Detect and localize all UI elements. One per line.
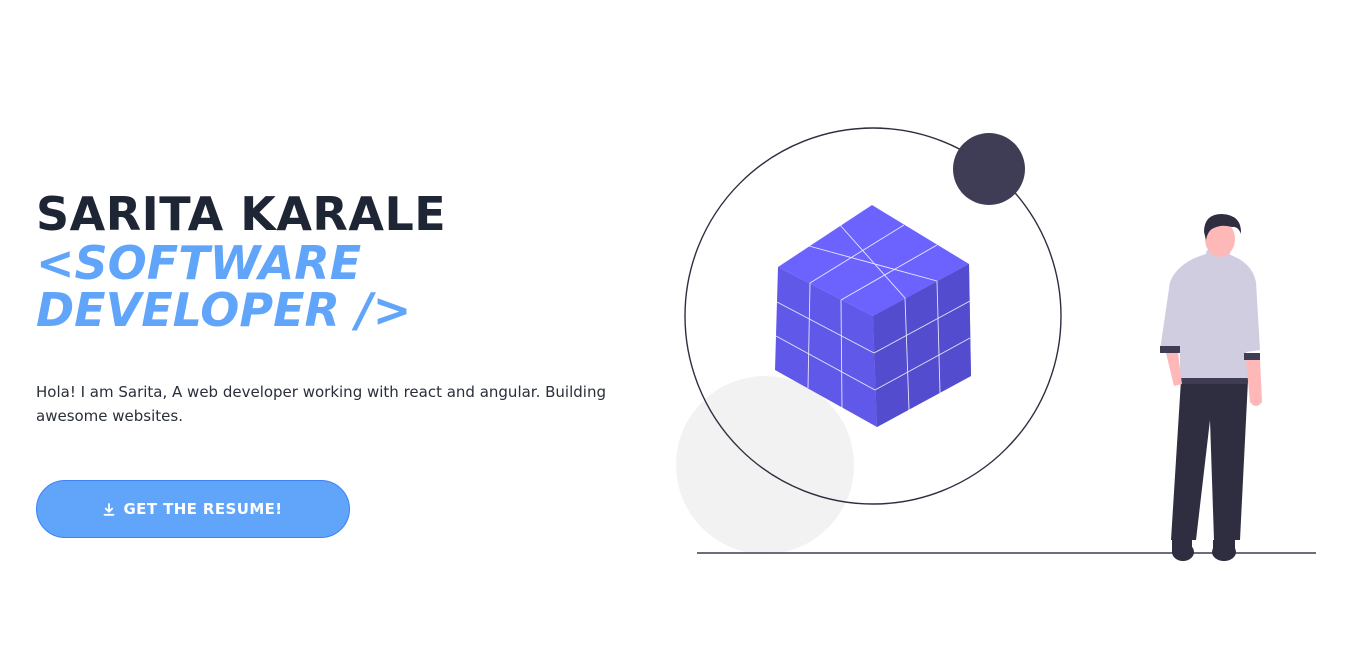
background-circle — [676, 376, 854, 554]
download-icon — [103, 502, 115, 516]
person-icon — [1160, 214, 1262, 561]
planet-circle — [953, 133, 1025, 205]
hero-intro: Hola! I am Sarita, A web developer worki… — [36, 383, 606, 425]
hero-role: <SOFTWARE DEVELOPER /> — [36, 236, 412, 337]
hero-text-block: SARITA KARALE <SOFTWARE DEVELOPER /> Hol… — [36, 188, 676, 428]
hero-section: SARITA KARALE <SOFTWARE DEVELOPER /> Hol… — [0, 0, 1350, 651]
get-resume-label: GET THE RESUME! — [123, 500, 283, 518]
developer-illustration — [676, 127, 1316, 561]
get-resume-button[interactable]: GET THE RESUME! — [36, 480, 350, 538]
hero-name: SARITA KARALE — [36, 187, 447, 241]
